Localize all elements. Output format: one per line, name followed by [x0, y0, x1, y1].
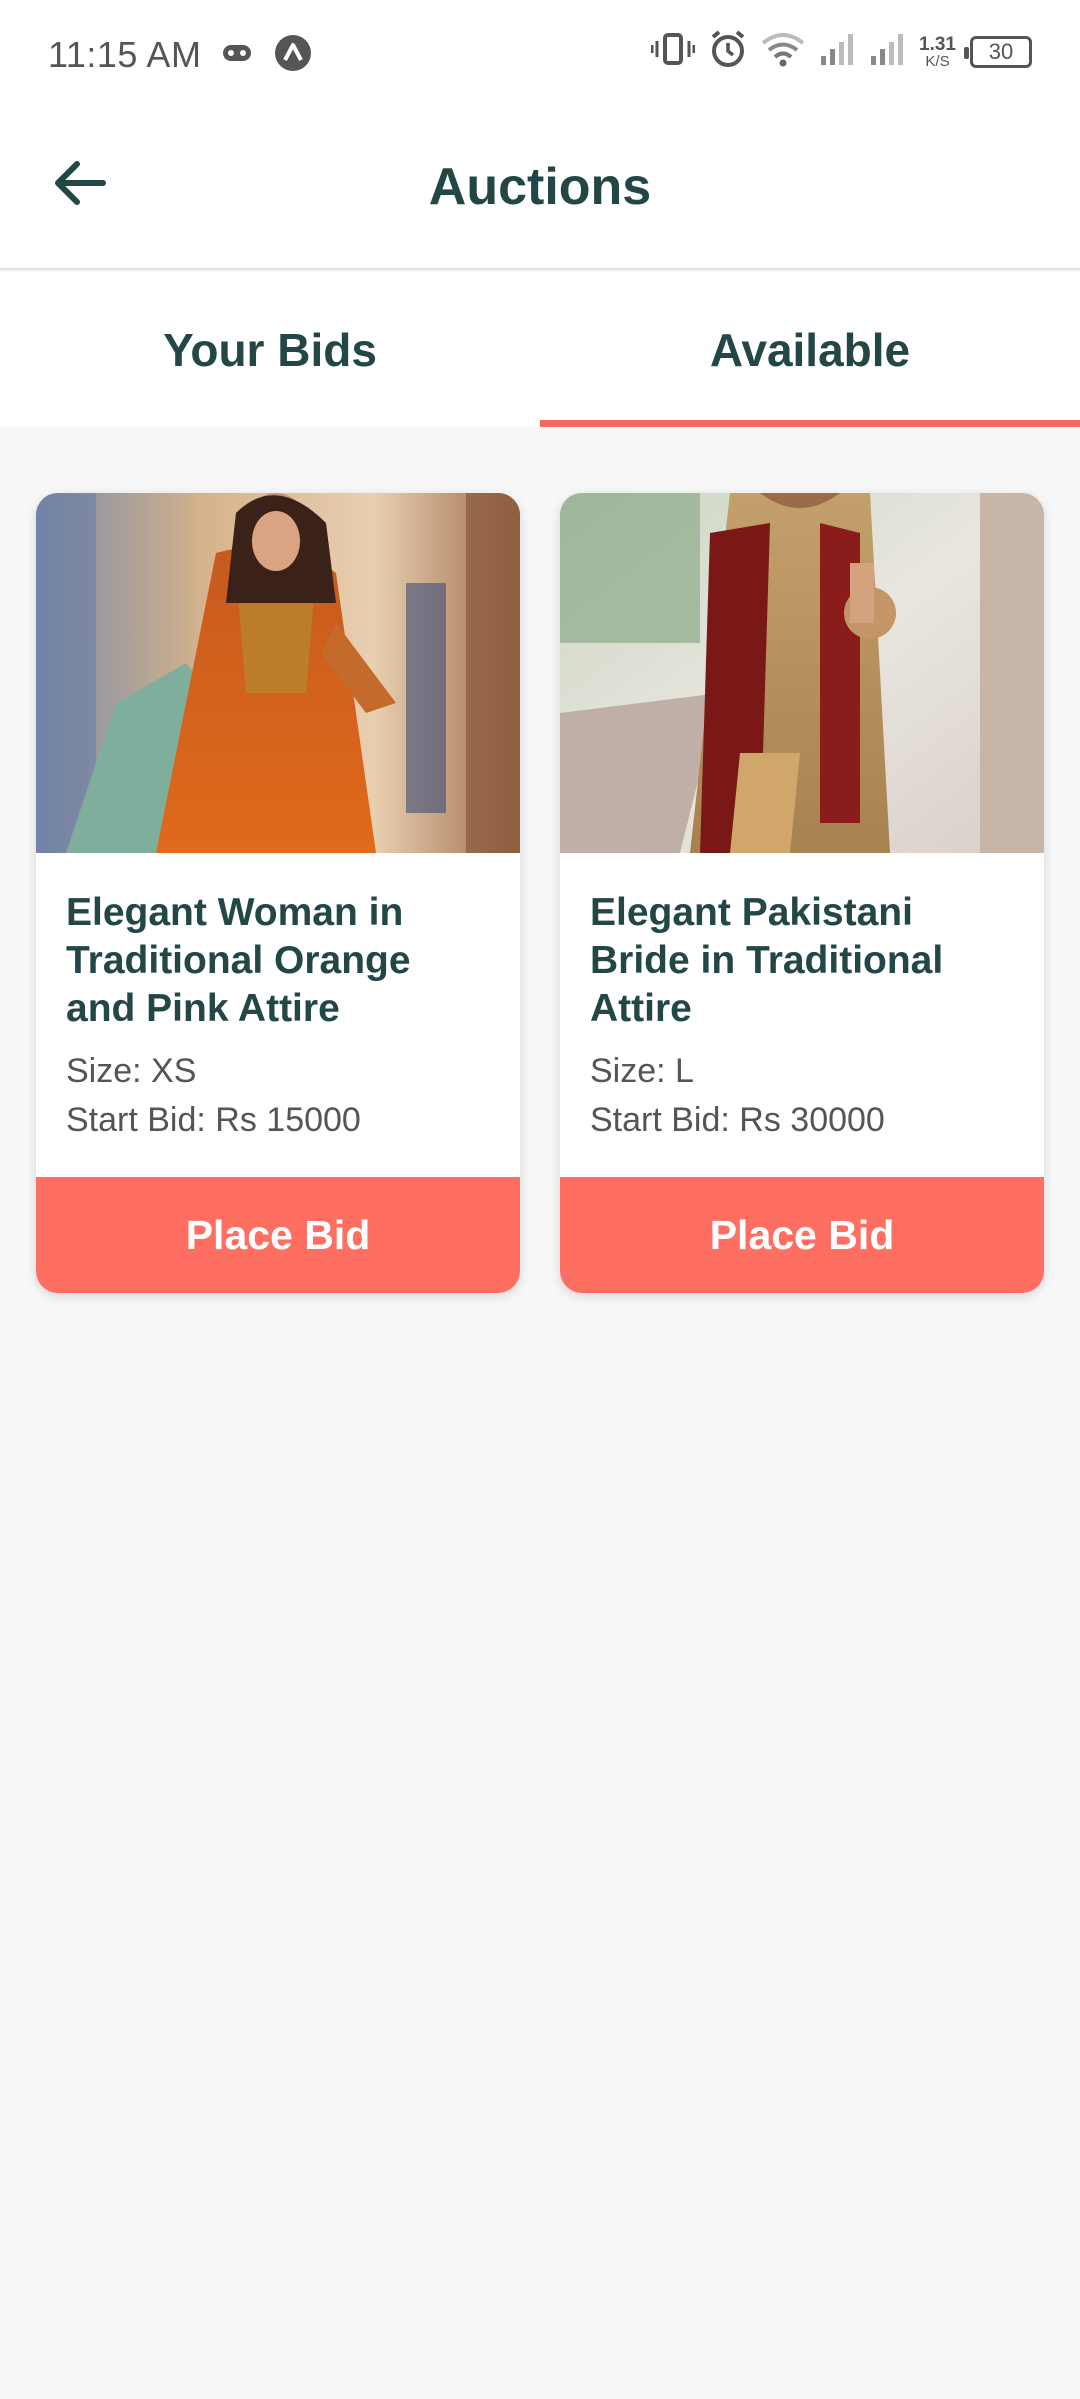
product-size: Size: XS: [66, 1052, 197, 1090]
product-image: [36, 493, 520, 853]
product-title: Elegant Pakistani Bride in Traditional A…: [590, 891, 944, 1030]
product-size: Size: L: [590, 1052, 694, 1090]
network-speed: 1.31 K/S: [919, 35, 956, 69]
product-title: Elegant Woman in Traditional Orange and …: [66, 891, 411, 1030]
tab-label: Your Bids: [163, 323, 377, 376]
page-title: Auctions: [428, 158, 652, 216]
status-time: 11:15 AM: [48, 34, 202, 75]
game-controller-icon: [222, 42, 252, 69]
battery-icon: 30: [964, 35, 1032, 68]
alarm-icon: [709, 30, 747, 73]
signal-icon: [869, 32, 905, 71]
auction-card[interactable]: Elegant Woman in Traditional Orange and …: [36, 493, 520, 1293]
wifi-icon: [761, 31, 805, 72]
network-speed-unit: K/S: [925, 52, 950, 70]
app-bar: Auctions: [0, 105, 1080, 270]
start-bid: Start Bid: Rs 30000: [590, 1101, 885, 1139]
tab-label: Available: [709, 323, 911, 376]
signal-icon: [819, 32, 855, 71]
tab-your-bids[interactable]: Your Bids: [0, 272, 540, 427]
start-bid: Start Bid: Rs 15000: [66, 1101, 361, 1139]
place-bid-button[interactable]: Place Bid: [36, 1177, 520, 1293]
tab-bar: Your Bids Available: [0, 272, 1080, 427]
product-image: [560, 493, 1044, 853]
battery-level: 30: [988, 38, 1014, 64]
vibrate-icon: [650, 32, 696, 71]
network-speed-value: 1.31: [919, 33, 956, 55]
status-bar: 11:15 AM 1.31 K/S 30: [0, 0, 1080, 105]
place-bid-button[interactable]: Place Bid: [560, 1177, 1044, 1293]
auction-card[interactable]: Elegant Pakistani Bride in Traditional A…: [560, 493, 1044, 1293]
auction-grid: Elegant Woman in Traditional Orange and …: [36, 493, 1044, 1293]
app-badge-icon: [274, 34, 312, 77]
tab-available[interactable]: Available: [540, 272, 1080, 427]
